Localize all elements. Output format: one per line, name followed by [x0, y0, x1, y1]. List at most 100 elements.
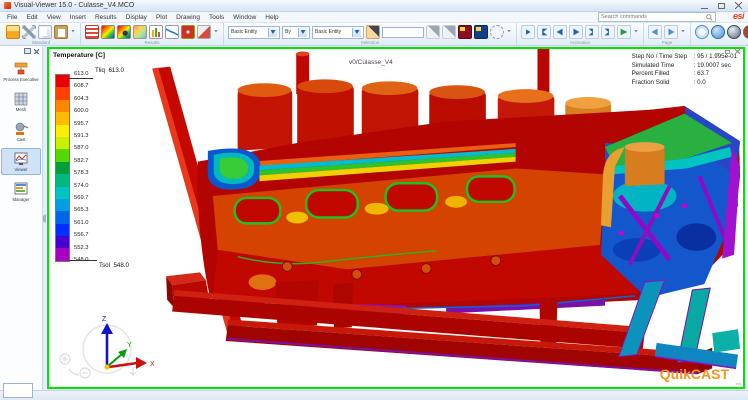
menu-tools[interactable]: Tools	[209, 14, 224, 21]
contour-globe-icon[interactable]	[117, 25, 131, 39]
menu-file[interactable]: File	[7, 14, 17, 21]
sidebar-splitter[interactable]	[43, 46, 46, 391]
legend-band	[56, 236, 69, 248]
next-page-icon[interactable]	[664, 25, 678, 39]
toolbar-group-standard: Standard	[2, 23, 81, 45]
viewport-close-icon[interactable]	[735, 49, 740, 54]
viewport-minimize-icon[interactable]	[715, 50, 720, 54]
search-box[interactable]	[598, 12, 716, 22]
half-section-view-icon[interactable]	[743, 25, 748, 39]
probe-info-icon[interactable]	[181, 25, 195, 39]
paste-icon[interactable]	[54, 25, 68, 39]
animation-panel-icon[interactable]	[521, 25, 535, 39]
legend-title: Temperature [C]	[53, 52, 153, 59]
close-icon[interactable]	[735, 2, 742, 9]
shaded-edges-view-icon[interactable]	[727, 25, 741, 39]
overflow-icon[interactable]	[213, 30, 219, 35]
deselect-pointer-icon[interactable]	[442, 25, 456, 39]
export-animation-icon[interactable]	[617, 25, 631, 39]
copy-icon[interactable]	[38, 25, 52, 39]
line-chart-icon[interactable]	[165, 25, 179, 39]
group-label-page: Page	[648, 39, 686, 46]
menu-view[interactable]: View	[47, 14, 61, 21]
cut-icon[interactable]	[22, 25, 36, 39]
legend-tick: 587.0	[74, 145, 89, 151]
menu-drawing[interactable]: Drawing	[176, 14, 200, 21]
contour-light-icon[interactable]	[133, 25, 147, 39]
menu-edit[interactable]: Edit	[26, 14, 37, 21]
legend-tick: 565.3	[74, 207, 89, 213]
last-frame-icon[interactable]	[601, 25, 615, 39]
contour-plot-icon[interactable]	[101, 25, 115, 39]
search-input[interactable]	[601, 14, 704, 21]
chevron-down-icon[interactable]	[352, 28, 361, 37]
tsol-line	[69, 260, 97, 261]
results-grid-icon[interactable]	[85, 25, 99, 39]
panel-float-icon[interactable]	[24, 48, 31, 54]
esi-logo: esi	[733, 11, 744, 21]
entity-type-select-2[interactable]: Basic Entity	[312, 26, 364, 39]
mini-panel	[3, 383, 33, 398]
legend-tick: 574.0	[74, 183, 89, 189]
axis-triad[interactable]: Z X Y	[55, 311, 165, 383]
manager-icon	[13, 182, 29, 196]
legend-band	[56, 187, 69, 199]
rotate-control	[69, 369, 79, 375]
search-icon	[706, 14, 713, 21]
select-pointer-icon[interactable]	[426, 25, 440, 39]
process-executive-icon	[13, 62, 29, 76]
menu-display[interactable]: Display	[126, 14, 147, 21]
menu-help[interactable]: Help	[265, 14, 278, 21]
first-frame-icon[interactable]	[537, 25, 551, 39]
sidebar-item-manager[interactable]: Manager	[1, 178, 41, 205]
previous-page-icon[interactable]	[648, 25, 662, 39]
legend-tick: 556.7	[74, 232, 89, 238]
legend-color-bar	[55, 74, 70, 262]
open-icon[interactable]	[6, 25, 20, 39]
select-flag-icon[interactable]	[458, 25, 472, 39]
sidebar-item-viewer[interactable]: Viewer	[1, 148, 41, 175]
next-frame-icon[interactable]	[585, 25, 599, 39]
sidebar: Process Executive Mesh Cast V	[0, 46, 43, 391]
menu-insert[interactable]: Insert	[70, 14, 86, 21]
toolbar-group-animation: Animation	[517, 23, 644, 45]
shaded-view-icon[interactable]	[711, 25, 725, 39]
legend-tick: 561.0	[74, 220, 89, 226]
legend-tick: 552.3	[74, 245, 89, 251]
legend-band	[56, 149, 69, 161]
unselect-flag-icon[interactable]	[474, 25, 488, 39]
menu-window[interactable]: Window	[233, 14, 256, 21]
legend-tick: 608.7	[74, 83, 89, 89]
selection-filter-input[interactable]	[382, 27, 424, 38]
legend-tick: 582.7	[74, 158, 89, 164]
overflow-icon[interactable]	[70, 30, 76, 35]
main-area: Process Executive Mesh Cast V	[0, 46, 748, 391]
panel-close-icon[interactable]	[34, 49, 39, 54]
lasso-select-icon[interactable]	[490, 25, 504, 39]
chevron-down-icon[interactable]	[298, 28, 307, 37]
overflow-icon[interactable]	[633, 30, 639, 35]
wireframe-view-icon[interactable]	[695, 25, 709, 39]
previous-frame-icon[interactable]	[553, 25, 567, 39]
chevron-down-icon[interactable]	[268, 28, 277, 37]
overflow-icon[interactable]	[506, 30, 512, 35]
by-select[interactable]: By	[282, 26, 310, 39]
sidebar-item-process-executive[interactable]: Process Executive	[1, 58, 41, 85]
maximize-icon[interactable]	[718, 3, 725, 9]
axis-z-label: Z	[102, 316, 107, 323]
menu-plot[interactable]: Plot	[156, 14, 167, 21]
viewport-3d[interactable]: Temperature [C] 613.0 608.7 604.3	[47, 47, 745, 389]
result-probe-icon[interactable]	[197, 25, 211, 39]
overflow-icon[interactable]	[680, 30, 686, 35]
temperature-legend: Temperature [C] 613.0 608.7 604.3	[53, 52, 153, 282]
sidebar-item-cast[interactable]: Cast	[1, 118, 41, 145]
pick-cursor-icon[interactable]	[366, 25, 380, 39]
info-row: Step No / Time Step: 95 / 1.995e-01	[632, 53, 737, 62]
entity-type-select[interactable]: Basic Entity	[228, 26, 280, 39]
sidebar-item-mesh[interactable]: Mesh	[1, 88, 41, 115]
bar-chart-icon[interactable]	[149, 25, 163, 39]
viewport-maximize-icon[interactable]	[725, 50, 730, 54]
minimize-icon[interactable]	[701, 3, 708, 9]
menu-results[interactable]: Results	[95, 14, 117, 21]
play-icon[interactable]	[569, 25, 583, 39]
